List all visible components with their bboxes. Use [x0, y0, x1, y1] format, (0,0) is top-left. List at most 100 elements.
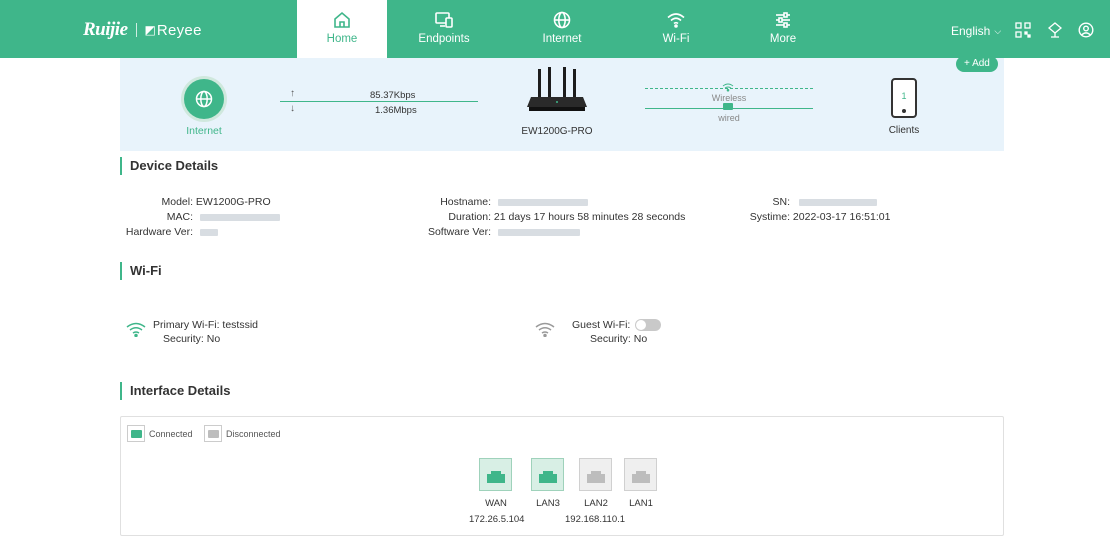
port-wan-label: WAN [485, 498, 507, 509]
mac-label: MAC: [166, 211, 193, 223]
wan-ip: 172.26.5.104 [469, 514, 525, 525]
primary-wifi-ssid[interactable]: testssid [222, 319, 258, 331]
software-value-redacted [497, 228, 580, 236]
wired-label: wired [718, 113, 740, 123]
guest-wifi-row: Guest Wi-Fi: [572, 318, 662, 332]
legend-connected-label: Connected [149, 428, 193, 439]
legend-disconnected: Disconnected [204, 425, 281, 442]
upload-arrow-icon: ↑ [290, 88, 295, 99]
ruijie-logo-text: Ruijie [83, 19, 128, 40]
ethernet-port-icon [586, 470, 605, 483]
guest-security-value: No [633, 333, 648, 345]
router-icon [527, 67, 587, 111]
home-icon [334, 11, 350, 28]
ethernet-port-icon [631, 470, 650, 483]
wifi-icon [126, 322, 146, 337]
port-lan2-label: LAN2 [584, 498, 608, 509]
language-value: English [951, 24, 991, 38]
port-lan2[interactable] [579, 458, 612, 491]
chevron-down-icon: ⌵ [994, 25, 1002, 36]
language-select[interactable]: English ⌵ [951, 24, 1001, 38]
guest-wifi-label: Guest Wi-Fi: [572, 319, 631, 331]
logo-divider [135, 23, 137, 37]
software-label: Software Ver: [427, 226, 491, 238]
phone-home-dot [902, 109, 906, 113]
clients-label: Clients [888, 125, 920, 136]
systime-row: Systime: 2022-03-17 16:51:01 [740, 211, 891, 224]
interface-details-title: Interface Details [120, 382, 230, 400]
network-icon[interactable] [1047, 22, 1063, 38]
interface-panel: Connected Disconnected WAN LAN3 LAN2 LAN… [120, 416, 1004, 536]
hostname-row: Hostname: [426, 196, 588, 209]
nav-wifi[interactable]: Wi-Fi [631, 0, 721, 58]
upload-rate: 85.37Kbps [370, 90, 416, 101]
sliders-icon [776, 12, 790, 28]
endpoints-icon [435, 12, 453, 28]
systime-value: 2022-03-17 16:51:01 [792, 211, 891, 223]
guest-wifi-toggle[interactable] [635, 319, 662, 332]
internet-node[interactable] [184, 79, 224, 119]
guest-security-row: Security: No [590, 332, 647, 346]
download-rate: 1.36Mbps [375, 105, 417, 116]
model-label: Model: [161, 196, 193, 208]
clients-count: 1 [901, 91, 907, 101]
mac-value-redacted [199, 213, 280, 221]
nav-home-label: Home [326, 33, 358, 45]
legend-connected: Connected [127, 425, 193, 442]
wifi-icon [667, 13, 685, 28]
network-topology: Internet ↑ 85.37Kbps ↓ 1.36Mbps EW1200G-… [120, 56, 1004, 151]
primary-wifi-row: Primary Wi-Fi: testssid [153, 318, 258, 332]
hostname-value-redacted [497, 198, 588, 206]
software-row: Software Ver: [426, 226, 580, 239]
model-value: EW1200G-PRO [195, 196, 271, 208]
wifi-icon [535, 322, 555, 337]
ethernet-port-icon [486, 470, 505, 483]
reyee-mark-icon: ◩ [144, 23, 156, 37]
port-lan1-label: LAN1 [629, 498, 653, 509]
clients-device[interactable]: 1 [891, 78, 917, 118]
mac-row: MAC: [123, 211, 280, 224]
port-lan3-label: LAN3 [536, 498, 560, 509]
ethernet-port-icon [538, 470, 557, 483]
duration-row: Duration: 21 days 17 hours 58 minutes 28… [426, 211, 685, 224]
wifi-icon [722, 83, 734, 92]
port-wan[interactable] [479, 458, 512, 491]
internet-label: Internet [186, 125, 222, 137]
hostname-label: Hostname: [440, 196, 491, 208]
duration-label: Duration: [448, 211, 491, 223]
download-arrow-icon: ↓ [290, 103, 295, 114]
hardware-value-redacted [199, 228, 218, 236]
brand-logo[interactable]: Ruijie ◩ Reyee [83, 19, 202, 41]
duration-value: 21 days 17 hours 58 minutes 28 seconds [493, 211, 686, 223]
router-model-label: EW1200G-PRO [521, 126, 593, 137]
hardware-row: Hardware Ver: [114, 226, 218, 239]
user-icon[interactable] [1078, 22, 1094, 38]
sn-value-redacted [798, 198, 877, 206]
nav-internet[interactable]: Internet [517, 0, 607, 58]
sn-row: SN: [740, 196, 877, 209]
port-lan3[interactable] [531, 458, 564, 491]
nav-home[interactable]: Home [297, 0, 387, 58]
sn-label: SN: [772, 196, 790, 208]
lan-ip: 192.168.110.1 [565, 514, 626, 525]
legend-disconnected-label: Disconnected [226, 428, 281, 439]
port-lan1[interactable] [624, 458, 657, 491]
model-row: Model: EW1200G-PRO [123, 196, 271, 209]
nav-wifi-label: Wi-Fi [662, 33, 690, 45]
guest-security-label: Security: [590, 333, 631, 345]
ethernet-port-icon [204, 425, 222, 442]
nav-endpoints[interactable]: Endpoints [399, 0, 489, 58]
wireless-label: Wireless [711, 93, 747, 103]
globe-icon [553, 11, 571, 29]
primary-wifi-label: Primary Wi-Fi: [153, 319, 220, 331]
top-navigation-bar: Ruijie ◩ Reyee Home Endpoints Internet W… [0, 0, 1110, 58]
nav-more-label: More [769, 33, 797, 45]
wifi-title: Wi-Fi [120, 262, 162, 280]
nav-more[interactable]: More [738, 0, 828, 58]
hardware-label: Hardware Ver: [125, 226, 193, 238]
device-details-title: Device Details [120, 157, 218, 175]
add-button[interactable]: + Add [956, 56, 998, 72]
ethernet-port-icon [127, 425, 145, 442]
qr-code-icon[interactable] [1015, 22, 1031, 38]
nav-endpoints-label: Endpoints [418, 33, 470, 45]
